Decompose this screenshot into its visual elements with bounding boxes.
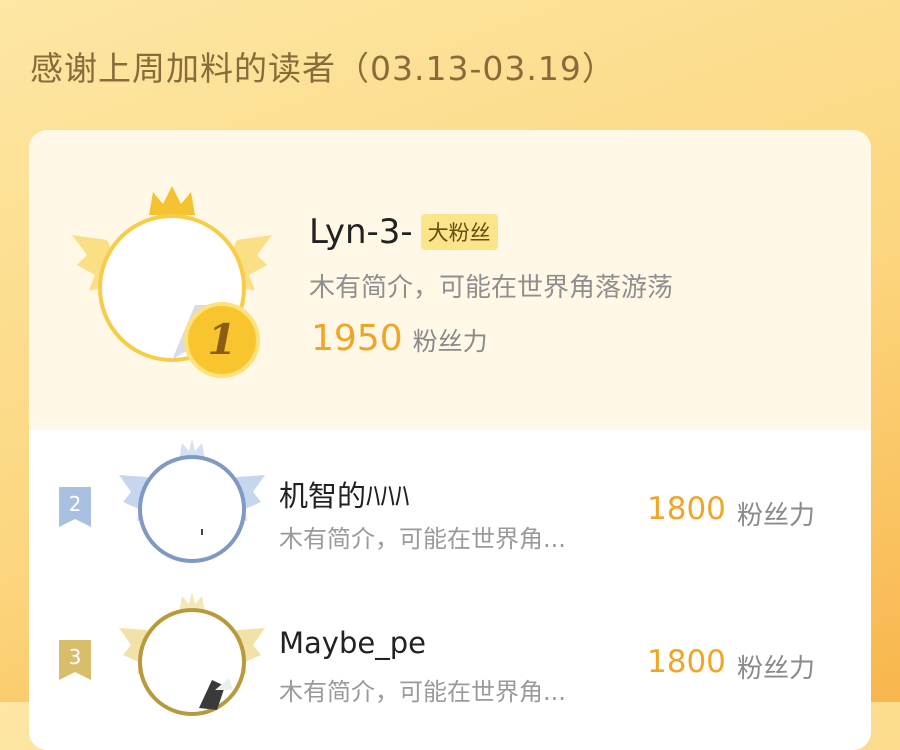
reader-bio: 木有简介，可能在世界角... <box>279 525 566 553</box>
svg-text:3: 3 <box>69 645 82 669</box>
reader-score: 1800 <box>647 644 726 680</box>
top-reader-name[interactable]: Lyn-3- <box>309 212 413 252</box>
reader-avatar[interactable] <box>117 437 267 567</box>
score-unit: 粉丝力 <box>412 327 488 356</box>
svg-text:2: 2 <box>69 492 82 516</box>
reader-row[interactable]: 3 Maybe_pe 木有简介，可能在世界角... 1800 粉丝力 <box>29 588 871 738</box>
top-reader-score: 1950 <box>311 318 403 359</box>
reader-ranking-card: 1 Lyn-3- 大粉丝 木有简介，可能在世界角落游荡 1950 粉丝力 2 机… <box>29 130 871 750</box>
score-unit: 粉丝力 <box>737 654 816 684</box>
score-unit: 粉丝力 <box>737 501 816 531</box>
rank-medal-number: 1 <box>207 315 236 364</box>
reader-name[interactable]: Maybe_pe <box>279 626 426 660</box>
rank-badge: 2 <box>59 487 91 527</box>
reader-name[interactable]: 机智的ﾊﾊﾊ <box>279 473 410 515</box>
top-reader-entry[interactable]: 1 Lyn-3- 大粉丝 木有简介，可能在世界角落游荡 1950 粉丝力 <box>29 130 871 430</box>
top-reader-avatar[interactable]: 1 <box>67 180 277 380</box>
reader-score: 1800 <box>647 491 726 527</box>
rank-badge: 3 <box>59 640 91 680</box>
fan-badge: 大粉丝 <box>420 214 498 250</box>
top-reader-bio: 木有简介，可能在世界角落游荡 <box>309 273 674 303</box>
reader-avatar[interactable] <box>117 590 267 720</box>
reader-row[interactable]: 2 机智的ﾊﾊﾊ 木有简介，可能在世界角... 1800 粉丝力 <box>29 435 871 585</box>
page-title: 感谢上周加料的读者（03.13-03.19） <box>30 49 616 88</box>
